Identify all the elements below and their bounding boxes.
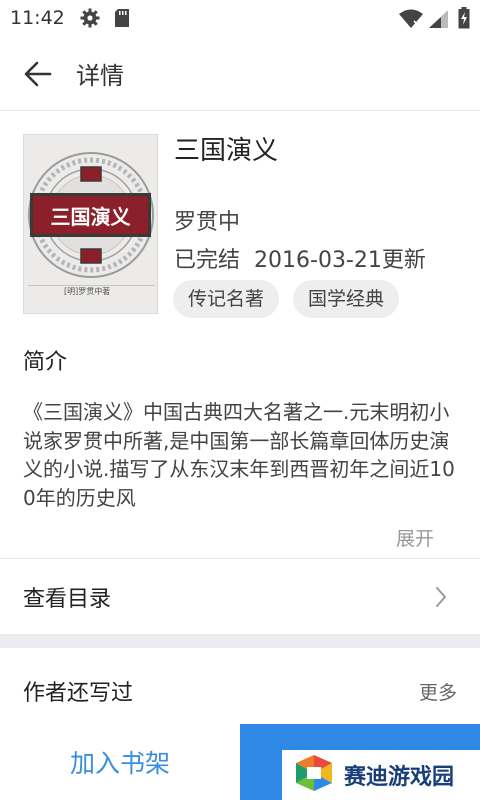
book-status: 已完结 [174, 248, 241, 273]
expand-button[interactable]: 展开 [396, 524, 434, 551]
toolbar: 详情 [0, 36, 480, 111]
back-arrow-icon[interactable] [22, 58, 54, 90]
watermark-logo-icon [292, 753, 336, 797]
book-cover: 三国演义 [明]罗贯中著 [23, 134, 158, 314]
cover-title: 三国演义 [30, 193, 151, 237]
book-status-line: 已完结 2016-03-21更新 [174, 242, 426, 274]
status-time: 11:42 [10, 7, 65, 29]
book-updated: 2016-03-21更新 [254, 248, 426, 273]
watermark-text: 赛迪游戏园 [344, 765, 455, 790]
watermark: 赛迪游戏园 [282, 750, 480, 800]
wifi-icon [398, 9, 424, 33]
gear-icon [80, 8, 100, 32]
cover-author: [明]罗贯中著 [64, 287, 111, 296]
signal-icon [428, 9, 450, 33]
author-works-header: 作者还写过 更多 [0, 648, 480, 726]
status-bar: 11:42 [0, 0, 480, 36]
section-separator [0, 634, 480, 648]
sd-card-icon [114, 8, 130, 32]
page-title: 详情 [76, 62, 124, 90]
author-works-label: 作者还写过 [23, 681, 134, 706]
view-catalog-row[interactable]: 查看目录 [0, 559, 480, 634]
add-to-shelf-button[interactable]: 加入书架 [0, 724, 240, 800]
chevron-right-icon [434, 585, 448, 613]
battery-icon [458, 7, 470, 33]
book-author[interactable]: 罗贯中 [174, 204, 240, 236]
tag-chip[interactable]: 国学经典 [293, 280, 400, 318]
more-link[interactable]: 更多 [419, 678, 457, 705]
intro-text: 《三国演义》中国古典四大名著之一.元末明初小说家罗贯中所著,是中国第一部长篇章回… [23, 400, 455, 510]
tag-chip[interactable]: 传记名著 [173, 280, 280, 318]
book-tags: 传记名著 国学经典 [173, 280, 400, 318]
view-catalog-label: 查看目录 [23, 587, 112, 612]
book-title: 三国演义 [174, 136, 279, 166]
intro-heading: 简介 [23, 350, 68, 375]
